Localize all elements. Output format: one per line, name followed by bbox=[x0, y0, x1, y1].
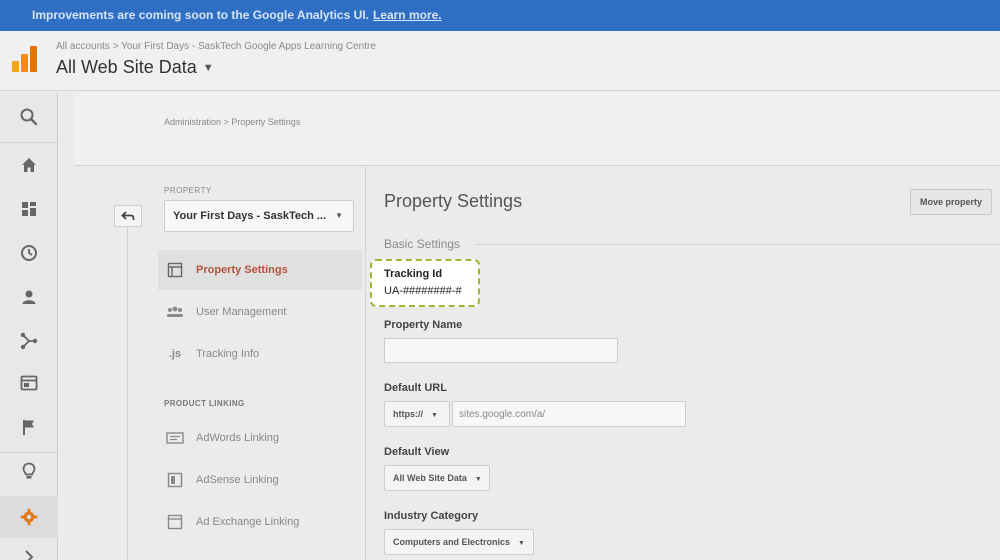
learn-more-link[interactable]: Learn more. bbox=[373, 8, 442, 22]
chevron-down-icon: ▼ bbox=[518, 540, 525, 547]
lightbulb-icon[interactable] bbox=[14, 456, 44, 486]
menu-item-adsense-linking[interactable]: AdSense Linking bbox=[158, 460, 362, 500]
tracking-id-callout: Tracking Id UA-########-# bbox=[370, 259, 480, 307]
section-divider bbox=[474, 244, 1000, 245]
property-select[interactable]: Your First Days - SaskTech ... ▼ bbox=[164, 200, 354, 232]
menu-item-tracking-info[interactable]: .js Tracking Info bbox=[158, 334, 362, 374]
menu-item-adwords-linking[interactable]: AdWords Linking bbox=[158, 418, 362, 458]
left-navigation bbox=[0, 92, 58, 560]
page-title: Property Settings bbox=[384, 191, 523, 211]
banner-message: Improvements are coming soon to the Goog… bbox=[32, 8, 369, 22]
product-linking-heading: PRODUCT LINKING bbox=[164, 399, 245, 408]
protocol-value: https:// bbox=[393, 409, 423, 419]
gear-icon[interactable] bbox=[14, 502, 44, 532]
default-url-label: Default URL bbox=[384, 382, 447, 394]
industry-category-select[interactable]: Computers and Electronics ▼ bbox=[384, 529, 534, 555]
menu-item-label: AdSense Linking bbox=[196, 474, 279, 486]
adsense-icon bbox=[166, 472, 184, 488]
chevron-down-icon: ▼ bbox=[202, 62, 214, 74]
move-property-button[interactable]: Move property bbox=[910, 189, 992, 215]
flag-icon[interactable] bbox=[14, 412, 44, 442]
account-breadcrumb[interactable]: All accounts > Your First Days - SaskTec… bbox=[56, 41, 376, 52]
chevron-down-icon: ▼ bbox=[474, 476, 482, 483]
default-view-label: Default View bbox=[384, 446, 450, 458]
search-icon[interactable] bbox=[14, 102, 44, 132]
basic-settings-heading: Basic Settings bbox=[384, 237, 461, 251]
view-name: All Web Site Data bbox=[56, 57, 197, 77]
nav-divider bbox=[0, 142, 58, 143]
industry-category-label: Industry Category bbox=[384, 510, 479, 522]
selected-property: Your First Days - SaskTech ... bbox=[173, 210, 327, 222]
menu-item-user-management[interactable]: User Management bbox=[158, 292, 362, 332]
announcement-banner: Improvements are coming soon to the Goog… bbox=[0, 0, 1000, 31]
industry-category-value: Computers and Electronics bbox=[393, 537, 511, 547]
property-label: PROPERTY bbox=[164, 186, 212, 195]
app-header: All accounts > Your First Days - SaskTec… bbox=[0, 31, 1000, 91]
chevron-down-icon: ▼ bbox=[335, 211, 343, 220]
home-icon[interactable] bbox=[14, 150, 44, 180]
adwords-icon bbox=[166, 430, 184, 446]
adexchange-icon bbox=[166, 514, 184, 530]
menu-item-label: User Management bbox=[196, 306, 287, 318]
behavior-icon[interactable] bbox=[14, 368, 44, 398]
expand-icon[interactable] bbox=[14, 542, 44, 560]
admin-toolbar: Administration > Property Settings bbox=[74, 92, 1000, 166]
menu-item-label: Property Settings bbox=[196, 264, 288, 276]
tracking-id-value: UA-########-# bbox=[384, 285, 462, 297]
menu-item-label: AdWords Linking bbox=[196, 432, 279, 444]
chevron-down-icon: ▼ bbox=[431, 412, 438, 419]
default-view-value: All Web Site Data bbox=[393, 473, 467, 483]
js-icon: .js bbox=[168, 348, 182, 360]
menu-item-label: Tracking Info bbox=[196, 348, 260, 360]
admin-breadcrumb[interactable]: Administration > Property Settings bbox=[164, 117, 300, 127]
property-settings-panel: Property Settings Move property Basic Se… bbox=[366, 167, 1000, 560]
nav-divider bbox=[0, 452, 58, 453]
view-selector[interactable]: All Web Site Data ▼ bbox=[56, 57, 214, 78]
default-url-input[interactable] bbox=[452, 401, 686, 427]
property-column: PROPERTY Your First Days - SaskTech ... ▼… bbox=[74, 167, 366, 560]
default-view-select[interactable]: All Web Site Data ▼ bbox=[384, 465, 490, 491]
column-divider bbox=[127, 227, 128, 560]
person-icon[interactable] bbox=[14, 282, 44, 312]
property-icon bbox=[166, 262, 184, 278]
acquisition-icon[interactable] bbox=[14, 326, 44, 356]
analytics-logo-icon[interactable] bbox=[12, 46, 38, 72]
back-button[interactable] bbox=[114, 205, 142, 227]
back-arrow-icon bbox=[121, 211, 135, 220]
menu-item-adexchange-linking[interactable]: Ad Exchange Linking bbox=[158, 502, 362, 542]
property-name-input[interactable] bbox=[384, 338, 618, 363]
tracking-id-label: Tracking Id bbox=[384, 268, 443, 280]
users-icon bbox=[166, 304, 184, 320]
menu-item-label: Ad Exchange Linking bbox=[196, 516, 300, 528]
protocol-select[interactable]: https:// ▼ bbox=[384, 401, 450, 427]
clock-icon[interactable] bbox=[14, 238, 44, 268]
dashboard-icon[interactable] bbox=[14, 194, 44, 224]
menu-item-property-settings[interactable]: Property Settings bbox=[158, 250, 362, 290]
property-name-label: Property Name bbox=[384, 319, 463, 331]
